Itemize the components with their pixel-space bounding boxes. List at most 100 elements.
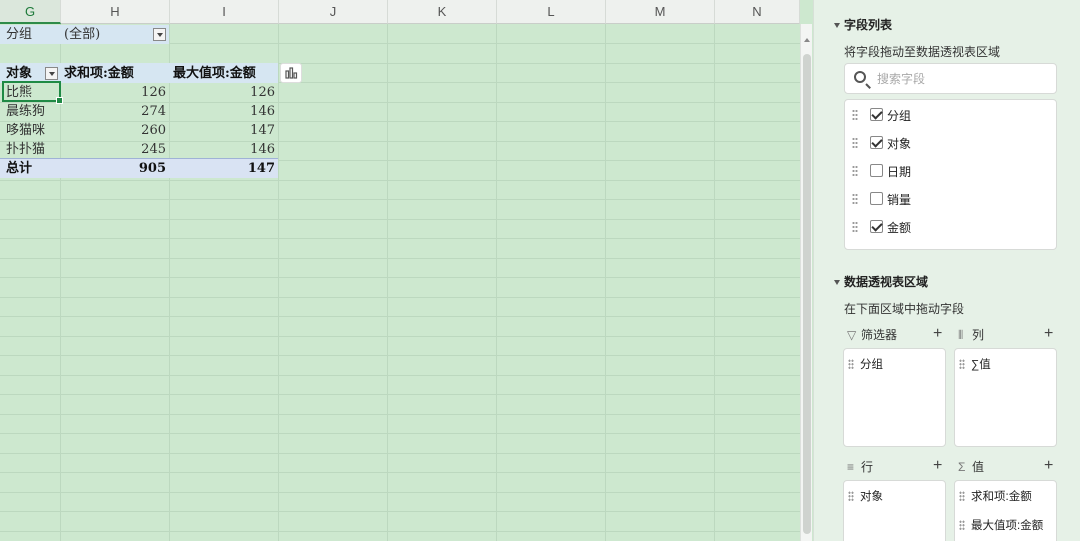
field-item-object[interactable]: 对象 [845, 132, 1056, 154]
drag-handle-icon[interactable] [959, 359, 965, 369]
column-header-l[interactable]: L [497, 0, 606, 24]
chip-label: 分组 [860, 359, 883, 371]
row-sum[interactable]: 274 [61, 102, 169, 121]
value-chip[interactable]: 求和项:金额 [959, 488, 1032, 506]
field-item-date[interactable]: 日期 [845, 160, 1056, 182]
drag-handle-icon[interactable] [852, 165, 858, 176]
field-checkbox[interactable] [870, 136, 883, 149]
column-header-n[interactable]: N [715, 0, 800, 24]
grid-line [0, 492, 800, 493]
total-sum[interactable]: 905 [61, 159, 169, 178]
field-label: 对象 [887, 137, 912, 151]
column-drop-zone[interactable]: ∑值 [954, 348, 1057, 447]
row-name[interactable]: 扑扑猫 [6, 140, 60, 159]
grid-line [0, 453, 800, 454]
drag-handle-icon[interactable] [852, 137, 858, 148]
column-header-h[interactable]: H [61, 0, 170, 24]
total-max[interactable]: 147 [170, 159, 278, 178]
grid-line [0, 355, 800, 356]
scroll-up-icon[interactable] [804, 38, 810, 42]
row-filter-dropdown-icon[interactable] [45, 67, 58, 80]
value-area-label: 值 [972, 460, 985, 474]
filter-funnel-icon: ▽ [847, 328, 857, 342]
field-checkbox[interactable] [870, 220, 883, 233]
field-checkbox[interactable] [870, 164, 883, 177]
filter-chip[interactable]: 分组 [848, 356, 883, 374]
row-drop-zone[interactable]: 对象 [843, 480, 946, 541]
row-sum[interactable]: 245 [61, 140, 169, 159]
chip-label: 最大值项:金额 [971, 520, 1044, 532]
row-max[interactable]: 146 [170, 140, 278, 159]
add-filter-icon[interactable]: + [933, 326, 942, 342]
row-name[interactable]: 哆猫咪 [6, 121, 60, 140]
grid-line [0, 531, 800, 532]
field-item-amount[interactable]: 金额 [845, 216, 1056, 238]
field-label: 金额 [887, 221, 912, 235]
sigma-icon: Σ [958, 460, 966, 474]
grid-line [0, 472, 800, 473]
value-drop-zone[interactable]: 求和项:金额 最大值项:金额 [954, 480, 1057, 541]
column-header-g[interactable]: G [0, 0, 61, 24]
row-sum[interactable]: 126 [61, 83, 169, 102]
add-value-icon[interactable]: + [1044, 458, 1053, 474]
row-max[interactable]: 147 [170, 121, 278, 140]
drag-handle-icon[interactable] [848, 491, 854, 501]
drag-handle-icon[interactable] [848, 359, 854, 369]
grid-line [0, 414, 800, 415]
drag-handle-icon[interactable] [959, 520, 965, 530]
chip-label: ∑值 [971, 359, 991, 371]
grid-line [0, 433, 800, 434]
row-max[interactable]: 146 [170, 102, 278, 121]
grid-line [0, 297, 800, 298]
row-chip[interactable]: 对象 [848, 488, 883, 506]
row-max[interactable]: 126 [170, 83, 278, 102]
column-area-header: ⦀ 列 [958, 327, 984, 343]
grid-line [0, 219, 800, 220]
column-header-j[interactable]: J [279, 0, 388, 24]
column-chip[interactable]: ∑值 [959, 356, 991, 374]
search-box[interactable] [844, 63, 1057, 94]
row-sum[interactable]: 260 [61, 121, 169, 140]
field-list-section[interactable]: 字段列表 [834, 16, 892, 33]
row-name[interactable]: 晨练狗 [6, 102, 60, 121]
row-area-header: ≡ 行 [847, 459, 873, 475]
drag-handle-icon[interactable] [959, 491, 965, 501]
chip-label: 求和项:金额 [971, 491, 1032, 503]
drag-handle-icon[interactable] [852, 193, 858, 204]
collapse-triangle-icon [834, 23, 840, 29]
add-column-icon[interactable]: + [1044, 326, 1053, 342]
field-checkbox[interactable] [870, 108, 883, 121]
filter-dropdown-icon[interactable] [153, 28, 166, 41]
pivot-areas-title: 数据透视表区域 [844, 275, 929, 289]
pivot-chart-button[interactable] [280, 63, 302, 83]
spreadsheet-grid[interactable]: G H I J K L M N 分组 (全部) 对象 求和项:金额 最大值项:金… [0, 0, 800, 541]
scrollbar-thumb[interactable] [803, 54, 811, 534]
column-header-i[interactable]: I [170, 0, 279, 24]
grid-line [0, 180, 800, 181]
field-item-group[interactable]: 分组 [845, 104, 1056, 126]
filter-value[interactable]: (全部) [64, 25, 144, 44]
column-header-m[interactable]: M [606, 0, 715, 24]
value-chip[interactable]: 最大值项:金额 [959, 517, 1043, 535]
column-header-k[interactable]: K [388, 0, 497, 24]
drag-handle-icon[interactable] [852, 109, 858, 120]
rows-icon: ≡ [847, 460, 855, 474]
pivot-areas-section[interactable]: 数据透视表区域 [834, 273, 928, 290]
drag-handle-icon[interactable] [852, 221, 858, 232]
field-checkbox[interactable] [870, 192, 883, 205]
row-area-label: 行 [861, 460, 874, 474]
columns-icon: ⦀ [958, 328, 964, 342]
active-cell-cursor [2, 81, 63, 104]
grid-line [0, 375, 800, 376]
grid-line [0, 199, 800, 200]
search-icon [854, 71, 866, 83]
field-label: 分组 [887, 109, 912, 123]
total-label[interactable]: 总计 [6, 159, 60, 178]
filter-drop-zone[interactable]: 分组 [843, 348, 946, 447]
add-row-icon[interactable]: + [933, 458, 942, 474]
pivot-header-sum: 求和项:金额 [64, 66, 134, 81]
search-input[interactable] [877, 70, 1047, 88]
field-label: 销量 [887, 193, 912, 207]
field-item-sales[interactable]: 销量 [845, 188, 1056, 210]
vertical-scrollbar[interactable] [800, 24, 812, 541]
